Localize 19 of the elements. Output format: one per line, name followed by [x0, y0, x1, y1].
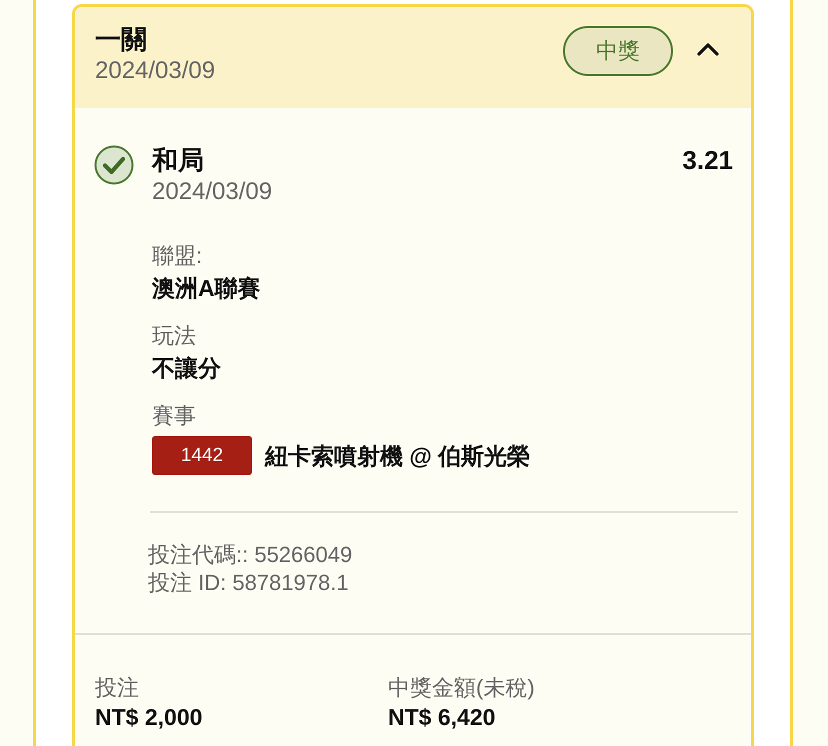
selection-name: 和局 [152, 144, 204, 176]
ticket-date: 2024/03/09 [95, 56, 216, 86]
event-number-tag: 1442 [152, 436, 252, 475]
field-label: 聯盟: [152, 242, 204, 270]
amount-label: 中獎金額(未稅) [388, 674, 536, 702]
match-name: 紐卡索噴射機 @ 伯斯光榮 [265, 442, 530, 470]
ticket-title: 一關 [95, 23, 148, 55]
field-label: 玩法 [152, 322, 197, 350]
amount-label: 投注 [95, 674, 140, 702]
status-badge: 中獎 [563, 26, 673, 76]
field-label: 賽事 [152, 402, 197, 430]
field-value: 澳洲A聯賽 [152, 274, 262, 303]
bet-code: 投注代碼:: 55266049 [148, 541, 354, 569]
selection-date: 2024/03/09 [152, 177, 274, 207]
field-value: 不讓分 [152, 354, 222, 383]
odds-value: 3.21 [682, 144, 733, 176]
bet-id: 投注 ID: 58781978.1 [148, 569, 350, 597]
amount-value: NT$ 2,000 [95, 703, 204, 731]
amount-value: NT$ 6,420 [388, 703, 496, 731]
